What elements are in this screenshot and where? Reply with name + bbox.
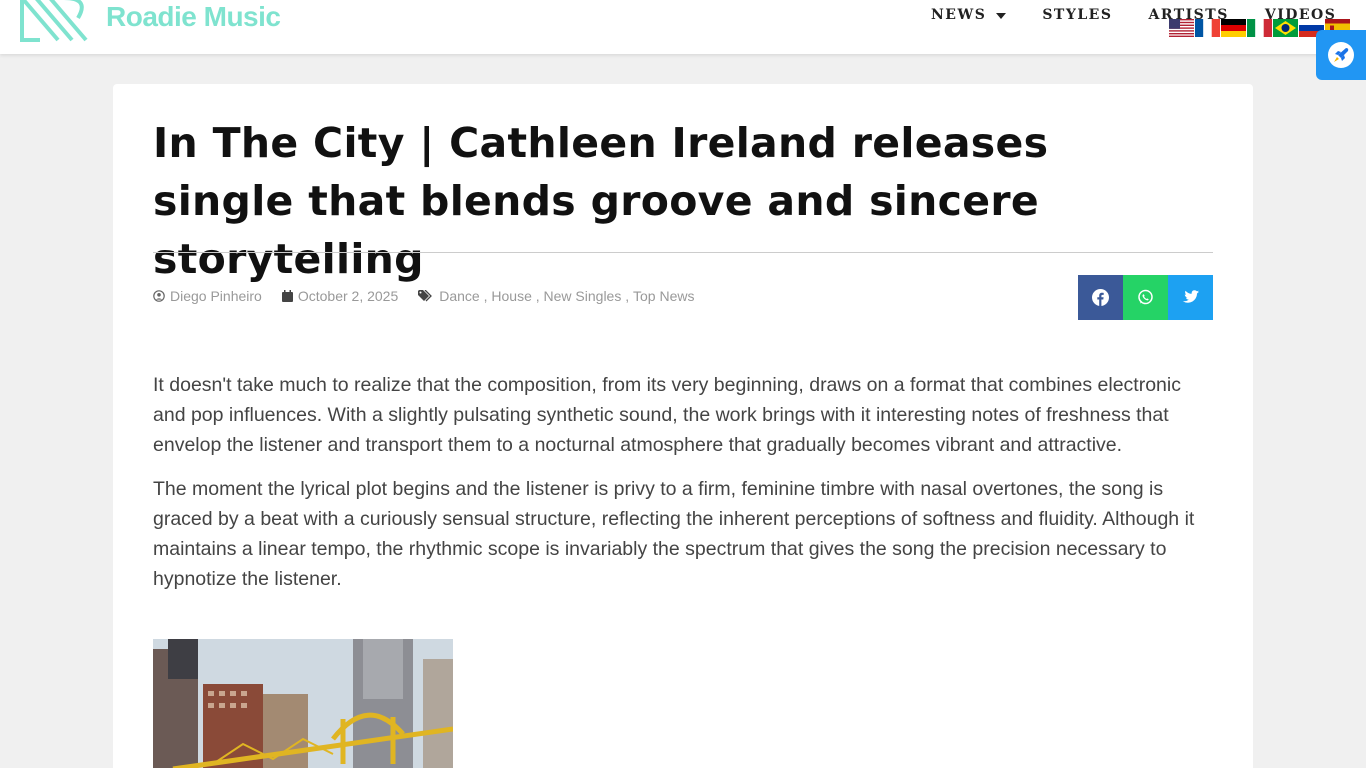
title-divider <box>153 252 1213 253</box>
article-title: In The City | Cathleen Ireland releases … <box>153 119 1049 283</box>
user-icon <box>153 290 165 302</box>
paragraph: The moment the lyrical plot begins and t… <box>153 478 1195 590</box>
share-twitter-button[interactable] <box>1168 275 1213 320</box>
paragraph: It doesn't take much to realize that the… <box>153 374 1181 456</box>
facebook-icon <box>1092 289 1109 306</box>
article-card: In The City | Cathleen Ireland releases … <box>113 84 1253 768</box>
site-logo[interactable]: Roadie Music <box>18 0 281 44</box>
category-dance[interactable]: Dance , <box>439 288 487 304</box>
date-text: October 2, 2025 <box>297 288 399 304</box>
publish-date[interactable]: October 2, 2025 <box>281 288 399 304</box>
logo-text: Roadie Music <box>106 1 281 32</box>
site-header: Roadie Music NEWS STYLES ARTISTS VIDEOS <box>0 0 1366 54</box>
roadie-logo-icon <box>20 0 88 42</box>
article-body: It doesn't take much to realize that the… <box>153 370 1218 608</box>
nav-news[interactable]: NEWS <box>931 7 1007 23</box>
share-facebook-button[interactable] <box>1078 275 1123 320</box>
twitter-icon <box>1182 290 1199 303</box>
article-image <box>153 639 453 768</box>
author-name: Diego Pinheiro <box>170 288 262 304</box>
flag-it-icon[interactable] <box>1247 19 1272 37</box>
author[interactable]: Diego Pinheiro <box>153 288 262 304</box>
rocket-icon <box>1328 42 1354 68</box>
chevron-down-icon <box>996 12 1007 19</box>
flag-fr-icon[interactable] <box>1195 19 1220 37</box>
category-new-singles[interactable]: New Singles , <box>544 288 630 304</box>
category-house[interactable]: House , <box>491 288 539 304</box>
category-top-news[interactable]: Top News <box>633 288 694 304</box>
nav-styles[interactable]: STYLES <box>1042 7 1112 23</box>
calendar-icon <box>281 290 293 302</box>
rocket-button[interactable] <box>1316 30 1366 80</box>
nav-news-label: NEWS <box>931 7 987 23</box>
share-buttons <box>1078 275 1213 320</box>
tags-icon <box>418 290 433 302</box>
article-meta: Diego Pinheiro October 2, 2025 Dance , H… <box>153 288 714 304</box>
categories: Dance , House , New Singles , Top News <box>418 288 694 304</box>
share-whatsapp-button[interactable] <box>1123 275 1168 320</box>
nav-styles-label: STYLES <box>1042 7 1113 23</box>
whatsapp-icon <box>1138 289 1153 305</box>
flag-en-icon[interactable] <box>1169 19 1194 37</box>
flag-de-icon[interactable] <box>1221 19 1246 37</box>
flag-pt-icon[interactable] <box>1273 19 1298 37</box>
